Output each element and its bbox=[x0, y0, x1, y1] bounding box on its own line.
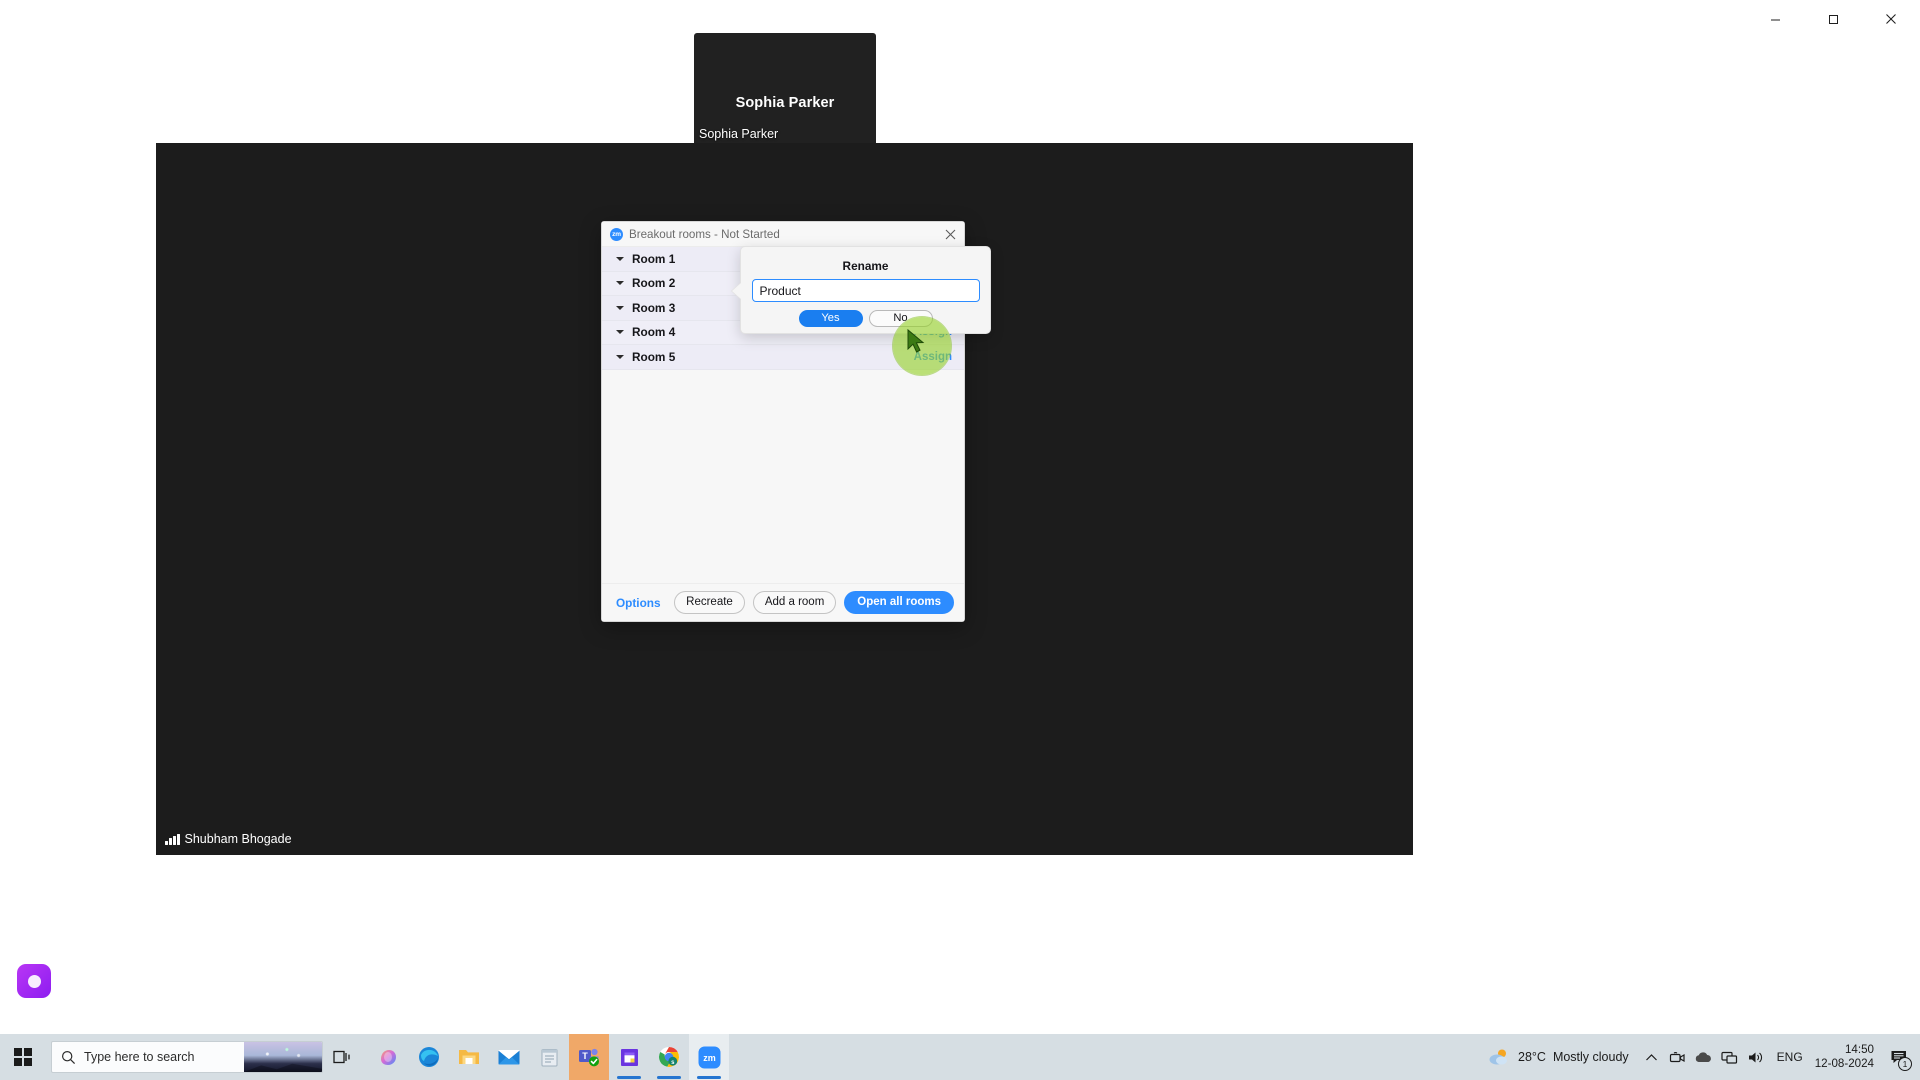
copilot-icon bbox=[381, 1050, 396, 1065]
teams-icon: T bbox=[578, 1048, 599, 1067]
edge-icon bbox=[419, 1047, 439, 1067]
room-name-label: Room 1 bbox=[632, 251, 676, 266]
assign-link[interactable]: Assign bbox=[914, 351, 952, 363]
rename-actions: Yes No bbox=[741, 310, 990, 327]
recreate-button[interactable]: Recreate bbox=[674, 591, 745, 614]
weather-description: Mostly cloudy bbox=[1552, 1050, 1629, 1064]
zoom-logo-icon: zm bbox=[610, 227, 623, 241]
task-view-icon[interactable] bbox=[323, 1034, 363, 1080]
taskbar-app-mail[interactable] bbox=[489, 1034, 529, 1080]
chrome-icon: s bbox=[658, 1046, 680, 1067]
taskbar-app-teams[interactable]: T bbox=[569, 1034, 609, 1080]
svg-text:T: T bbox=[582, 1051, 588, 1061]
zoom-icon: zm bbox=[698, 1046, 720, 1068]
taskbar-app-chrome[interactable]: s bbox=[649, 1034, 689, 1080]
minimize-button[interactable] bbox=[1746, 0, 1804, 38]
room-name-label: Room 5 bbox=[632, 349, 676, 364]
taskbar-app-file-explorer[interactable] bbox=[449, 1034, 489, 1080]
taskbar-app-zoom[interactable]: zm bbox=[689, 1034, 729, 1080]
taskbar-app-edge[interactable] bbox=[409, 1034, 449, 1080]
breakout-titlebar[interactable]: zm Breakout rooms - Not Started bbox=[602, 222, 964, 247]
system-tray: 28°C Mostly cloudy ENG 14:50 12-08-2024 … bbox=[1477, 1034, 1920, 1080]
weather-widget[interactable]: 28°C Mostly cloudy bbox=[1477, 1034, 1639, 1080]
chevron-down-icon[interactable] bbox=[616, 305, 624, 310]
chevron-up-icon[interactable] bbox=[1639, 1034, 1665, 1080]
open-all-rooms-button[interactable]: Open all rooms bbox=[844, 591, 954, 614]
options-link[interactable]: Options bbox=[616, 596, 661, 610]
mail-icon bbox=[498, 1050, 520, 1065]
room-row-left: Room 4 bbox=[616, 325, 675, 339]
svg-text:zm: zm bbox=[703, 1053, 716, 1063]
notepad-icon bbox=[541, 1048, 557, 1066]
purple-app-icon bbox=[620, 1048, 638, 1066]
onedrive-icon[interactable] bbox=[1691, 1034, 1717, 1080]
volume-icon[interactable] bbox=[1743, 1034, 1769, 1080]
room-name-label: Room 3 bbox=[632, 300, 676, 315]
search-highlight-thumbnail bbox=[244, 1042, 322, 1072]
video-tile-corner-name: Sophia Parker bbox=[699, 127, 779, 141]
room-row-left: Room 1 bbox=[616, 252, 675, 266]
room-row-left: Room 3 bbox=[616, 301, 675, 315]
chevron-down-icon[interactable] bbox=[616, 281, 624, 286]
rename-popup-title: Rename bbox=[842, 259, 889, 273]
clock-date: 12-08-2024 bbox=[1814, 1057, 1874, 1070]
taskbar-app-purple[interactable] bbox=[609, 1034, 649, 1080]
self-name-label: Shubham Bhogade bbox=[184, 832, 292, 846]
room-row-left: Room 2 bbox=[616, 276, 675, 290]
close-icon[interactable] bbox=[941, 225, 959, 243]
maximize-button[interactable] bbox=[1804, 0, 1862, 38]
add-a-room-button[interactable]: Add a room bbox=[752, 591, 837, 614]
rename-yes-button[interactable]: Yes bbox=[798, 310, 863, 327]
video-tile-center-name: Sophia Parker bbox=[735, 95, 835, 111]
room-row-left: Room 5 bbox=[616, 350, 675, 364]
taskbar-app-notepad[interactable] bbox=[529, 1034, 569, 1080]
close-button[interactable] bbox=[1862, 0, 1920, 38]
badge-dot-icon bbox=[27, 974, 41, 988]
chevron-down-icon[interactable] bbox=[616, 330, 624, 335]
windows-start-icon[interactable] bbox=[0, 1034, 46, 1080]
language-indicator[interactable]: ENG bbox=[1769, 1050, 1811, 1064]
file-explorer-icon bbox=[459, 1050, 479, 1064]
clock-time: 14:50 bbox=[1844, 1042, 1874, 1056]
windows-taskbar: Type here to search T s zm 28°C Mostly c… bbox=[0, 1034, 1920, 1080]
search-input[interactable]: Type here to search bbox=[51, 1041, 323, 1073]
search-icon bbox=[61, 1050, 76, 1064]
weather-temperature: 28°C bbox=[1518, 1050, 1546, 1064]
breakout-dialog-title: Breakout rooms - Not Started bbox=[629, 227, 780, 241]
room-row[interactable]: Room 5 Assign bbox=[602, 345, 964, 370]
rename-input[interactable] bbox=[751, 279, 980, 302]
room-name-label: Room 4 bbox=[632, 325, 676, 340]
room-name-label: Room 2 bbox=[632, 276, 676, 291]
rename-no-button[interactable]: No bbox=[868, 310, 933, 327]
clock-widget[interactable]: 14:50 12-08-2024 bbox=[1811, 1043, 1884, 1072]
notification-count-badge: 1 bbox=[1898, 1057, 1912, 1071]
chevron-down-icon[interactable] bbox=[616, 354, 624, 359]
zoom-logo-text: zm bbox=[612, 230, 621, 238]
meeting-self-name: Shubham Bhogade bbox=[165, 832, 292, 846]
signal-strength-icon bbox=[165, 833, 180, 845]
taskbar-app-copilot[interactable] bbox=[369, 1034, 409, 1080]
taskbar-app-buttons: T s zm bbox=[369, 1034, 729, 1080]
search-placeholder-label: Type here to search bbox=[84, 1050, 195, 1064]
camera-icon[interactable] bbox=[1665, 1034, 1691, 1080]
rename-popup: Rename Yes No bbox=[740, 246, 991, 334]
floating-app-badge[interactable] bbox=[17, 964, 51, 998]
notification-icon[interactable]: 1 bbox=[1884, 1034, 1914, 1080]
video-tile[interactable]: Sophia Parker Sophia Parker bbox=[694, 33, 876, 147]
partly-cloudy-icon bbox=[1489, 1049, 1507, 1065]
chevron-down-icon[interactable] bbox=[616, 256, 624, 261]
breakout-footer: Options Recreate Add a room Open all roo… bbox=[602, 583, 964, 621]
window-controls bbox=[1730, 0, 1920, 38]
network-icon[interactable] bbox=[1717, 1034, 1743, 1080]
